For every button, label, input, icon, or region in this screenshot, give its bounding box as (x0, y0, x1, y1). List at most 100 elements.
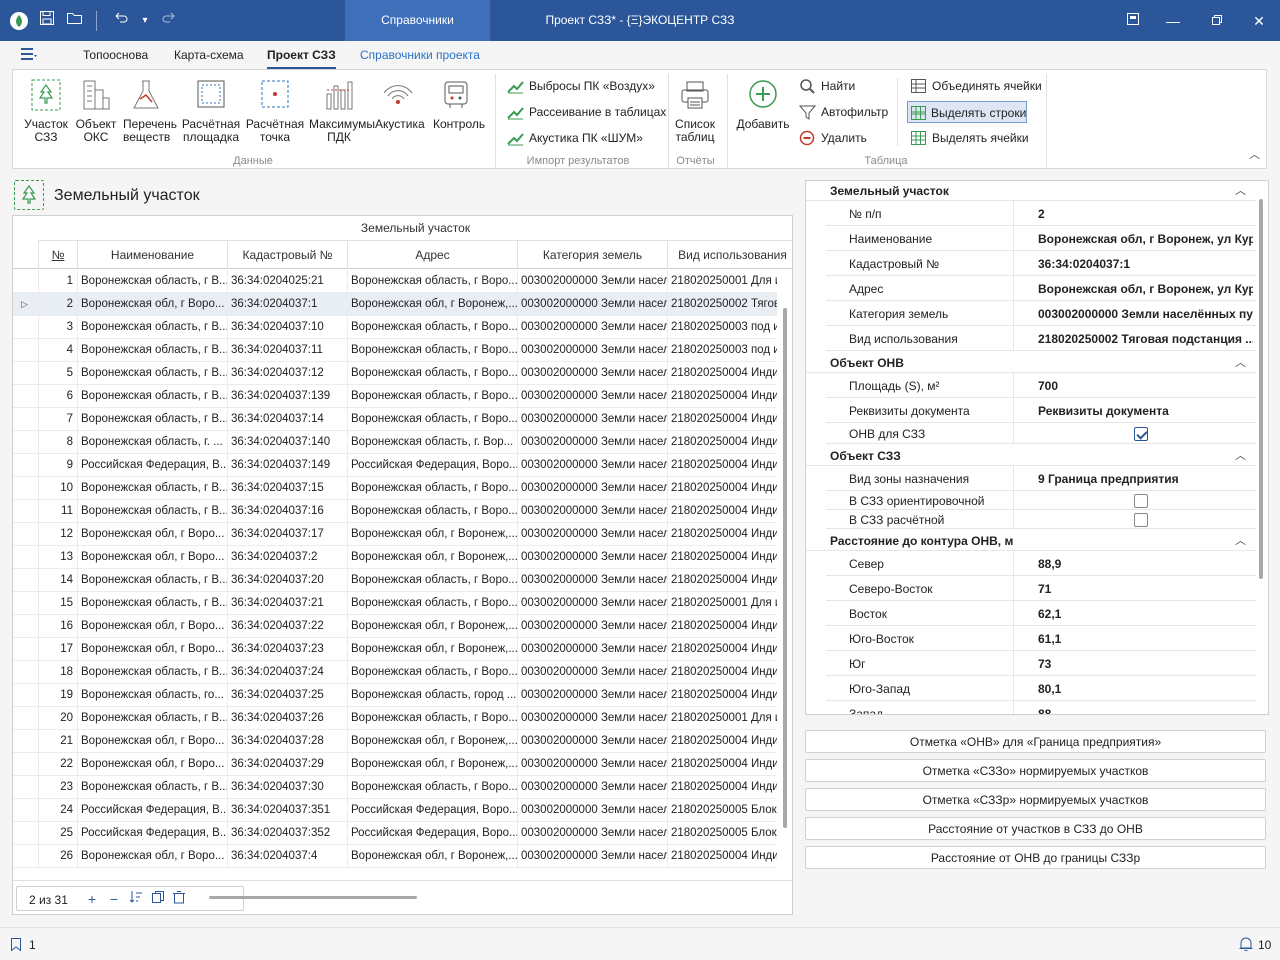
table-cell[interactable]: 22 (38, 753, 77, 776)
table-cell[interactable]: 36:34:0204037:16 (227, 500, 347, 523)
table-row[interactable]: 4 Воронежская область, г В... 36:34:020403… (13, 339, 777, 362)
table-cell[interactable]: Воронежская область, г В... (77, 661, 227, 684)
add-button[interactable]: Добавить (735, 78, 791, 131)
tab-spravochniki-proekta[interactable]: Справочники проекта (360, 48, 480, 62)
table-cell[interactable]: Воронежская обл, г Воро... (77, 546, 227, 569)
table-cell[interactable]: 003002000000 Земли насел... (517, 799, 667, 822)
property-value[interactable]: 88 (1038, 707, 1253, 715)
table-cell[interactable]: 218020250004 Индие (667, 408, 777, 431)
property-value[interactable]: 61,1 (1038, 632, 1253, 646)
table-cell[interactable]: Воронежская обл, г Воронеж,... (347, 845, 517, 868)
property-value[interactable]: 003002000000 Земли населённых пун... (1038, 307, 1253, 321)
vertical-scrollbar[interactable] (783, 308, 787, 828)
table-cell[interactable]: 15 (38, 592, 77, 615)
table-cell[interactable]: 218020250004 Индие (667, 546, 777, 569)
find-button[interactable]: Найти (797, 75, 855, 97)
mark-szzo-button[interactable]: Отметка «СЗЗо» нормируемых участков (805, 759, 1266, 782)
table-cell[interactable]: 003002000000 Земли насел... (517, 523, 667, 546)
table-cell[interactable]: Воронежская область, г Воро... (347, 270, 517, 293)
table-cell[interactable]: Воронежская область, г Воро... (347, 661, 517, 684)
table-row[interactable]: 3 Воронежская область, г В... 36:34:020403… (13, 316, 777, 339)
collapse-ribbon-icon[interactable]: ︿ (1249, 146, 1260, 162)
table-cell[interactable]: Воронежская обл, г Воро... (77, 293, 227, 316)
table-cell[interactable]: Воронежская область, г Воро... (347, 362, 517, 385)
minimize-icon[interactable]: — (1162, 10, 1184, 32)
table-cell[interactable]: 18 (38, 661, 77, 684)
property-section[interactable]: Объект ОНВ ︿ (806, 353, 1256, 373)
table-cell[interactable]: 218020250004 Индие (667, 569, 777, 592)
table-cell[interactable]: 003002000000 Земли насел... (517, 362, 667, 385)
table-cell[interactable]: Воронежская область, г. ... (77, 431, 227, 454)
table-cell[interactable]: 218020250004 Индие (667, 431, 777, 454)
table-cell[interactable]: Воронежская область, г В... (77, 500, 227, 523)
table-row[interactable]: 7 Воронежская область, г В... 36:34:020403… (13, 408, 777, 431)
table-cell[interactable]: 218020250005 Блоки (667, 799, 777, 822)
column-header[interactable]: Кадастровый № (227, 241, 347, 269)
table-cell[interactable]: 6 (38, 385, 77, 408)
table-cell[interactable]: 3 (38, 316, 77, 339)
column-header[interactable]: Вид использования (667, 241, 792, 269)
table-cell[interactable]: 36:34:0204037:23 (227, 638, 347, 661)
property-value[interactable]: 700 (1038, 379, 1253, 393)
property-value[interactable]: Реквизиты документа (1038, 404, 1253, 418)
table-cell[interactable]: 218020250004 Индие (667, 477, 777, 500)
table-row[interactable]: 15 Воронежская область, г В... 36:34:02040… (13, 592, 777, 615)
table-cell[interactable]: Воронежская область, г В... (77, 776, 227, 799)
table-cell[interactable]: 003002000000 Земли насел... (517, 477, 667, 500)
table-cell[interactable]: 36:34:0204037:10 (227, 316, 347, 339)
property-value[interactable]: 71 (1038, 582, 1253, 596)
table-cell[interactable]: Российская Федерация, В... (77, 799, 227, 822)
table-cell[interactable]: Воронежская область, го... (77, 684, 227, 707)
property-value[interactable]: 9 Граница предприятия (1038, 472, 1253, 486)
table-row[interactable]: 24 Российская Федерация, В... 36:34:020403… (13, 799, 777, 822)
bookmark-icon[interactable] (10, 937, 22, 955)
table-cell[interactable]: 003002000000 Земли насел... (517, 845, 667, 868)
table-cell[interactable]: 218020250004 Индие (667, 615, 777, 638)
table-cell[interactable]: 36:34:0204037:21 (227, 592, 347, 615)
table-row[interactable]: 18 Воронежская область, г В... 36:34:02040… (13, 661, 777, 684)
table-cell[interactable]: Воронежская обл, г Воро... (77, 615, 227, 638)
table-cell[interactable]: 8 (38, 431, 77, 454)
table-cell[interactable]: Воронежская область, г Воро... (347, 592, 517, 615)
property-checkbox[interactable] (1134, 512, 1148, 527)
collapse-section-icon[interactable]: ︿ (1235, 354, 1246, 370)
table-cell[interactable]: 36:34:0204037:4 (227, 845, 347, 868)
table-row[interactable]: 6 Воронежская область, г В... 36:34:020403… (13, 385, 777, 408)
table-cell[interactable]: Воронежская область, г В... (77, 592, 227, 615)
table-cell[interactable]: 26 (38, 845, 77, 868)
table-cell[interactable]: 24 (38, 799, 77, 822)
table-cell[interactable]: 218020250003 под и (667, 339, 777, 362)
table-cell[interactable]: 5 (38, 362, 77, 385)
table-cell[interactable]: 36:34:0204037:2 (227, 546, 347, 569)
table-cell[interactable]: Воронежская область, г. Вор... (347, 431, 517, 454)
table-cell[interactable]: 36:34:0204037:26 (227, 707, 347, 730)
table-cell[interactable]: 003002000000 Земли насел... (517, 753, 667, 776)
table-cell[interactable]: 003002000000 Земли насел... (517, 316, 667, 339)
table-cell[interactable]: Воронежская область, г Воро... (347, 477, 517, 500)
table-cell[interactable]: 218020250003 под и (667, 316, 777, 339)
tab-karta-skhema[interactable]: Карта-схема (174, 48, 244, 62)
table-cell[interactable]: 36:34:0204037:22 (227, 615, 347, 638)
table-cell[interactable]: 003002000000 Земли насел... (517, 293, 667, 316)
property-value[interactable]: 2 (1038, 207, 1253, 221)
save-icon[interactable] (36, 10, 58, 32)
tab-spravochniki-top[interactable]: Справочники (345, 0, 490, 41)
table-cell[interactable]: Воронежская область, г В... (77, 569, 227, 592)
table-row[interactable]: 21 Воронежская обл, г Воро... 36:34:020403… (13, 730, 777, 753)
table-cell[interactable]: 218020250004 Индие (667, 684, 777, 707)
table-cell[interactable]: 36:34:0204037:30 (227, 776, 347, 799)
table-cell[interactable]: Воронежская обл, г Воронеж,... (347, 615, 517, 638)
table-cell[interactable]: Воронежская область, г Воро... (347, 707, 517, 730)
copy-row-icon[interactable] (149, 890, 167, 908)
collapse-section-icon[interactable]: ︿ (1235, 447, 1246, 463)
property-value[interactable]: 73 (1038, 657, 1253, 671)
table-cell[interactable]: 218020250001 Для и (667, 592, 777, 615)
table-cell[interactable]: 36:34:0204037:14 (227, 408, 347, 431)
table-cell[interactable]: 36:34:0204037:29 (227, 753, 347, 776)
import-noise-button[interactable]: Акустика ПК «ШУМ» (505, 127, 643, 149)
table-cell[interactable]: 20 (38, 707, 77, 730)
ribbon-button-5[interactable]: Расчётная точка (245, 78, 305, 144)
table-row[interactable]: 26 Воронежская обл, г Воро... 36:34:020403… (13, 845, 777, 868)
distance-plots-onv-button[interactable]: Расстояние от участков в СЗЗ до ОНВ (805, 817, 1266, 840)
table-cell[interactable]: 2 (38, 293, 77, 316)
